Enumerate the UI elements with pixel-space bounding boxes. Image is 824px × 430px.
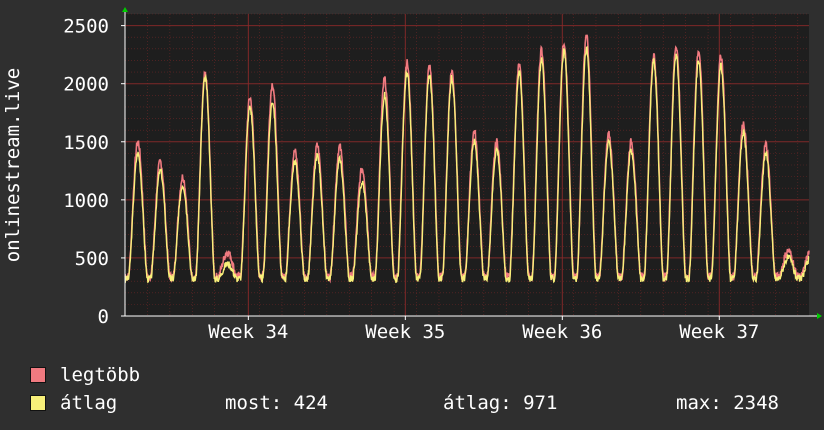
x-axis-arrow xyxy=(817,313,822,319)
max-swatch xyxy=(30,367,46,383)
legend-item-avg: átlag xyxy=(30,392,117,414)
stat-average: átlag: 971 xyxy=(443,392,558,414)
y-tick-label: 500 xyxy=(75,248,109,270)
x-tick-label: Week 37 xyxy=(679,321,759,340)
y-tick-labels: 0 500 1000 1500 2000 2500 xyxy=(63,16,109,328)
x-tick-labels: Week 34 Week 35 Week 36 Week 37 xyxy=(208,321,759,340)
x-tick-label: Week 36 xyxy=(522,321,602,340)
y-tick-label: 1500 xyxy=(63,132,109,154)
stat-max: max: 2348 xyxy=(676,392,779,414)
chart-frame: { "colors": { "background": "#2f2f2f", "… xyxy=(0,0,824,430)
y-axis-arrow xyxy=(122,7,128,12)
y-tick-label: 0 xyxy=(98,306,109,328)
legend-item-max: legtöbb xyxy=(30,364,140,386)
line-chart: 05001000150020002500 Week 34 Week 35 Week … xyxy=(2,7,822,340)
y-axis-label: onlinestream.live xyxy=(2,68,24,262)
x-tick-label: Week 34 xyxy=(208,321,288,340)
legend-label-avg: átlag xyxy=(60,392,118,414)
y-tick-label: 2000 xyxy=(63,74,109,96)
y-tick-label: 2500 xyxy=(63,16,109,38)
avg-swatch xyxy=(30,395,46,411)
y-tick-label: 1000 xyxy=(63,190,109,212)
x-tick-label: Week 35 xyxy=(365,321,445,340)
stat-now: most: 424 xyxy=(225,392,328,414)
legend-label-max: legtöbb xyxy=(60,364,141,386)
